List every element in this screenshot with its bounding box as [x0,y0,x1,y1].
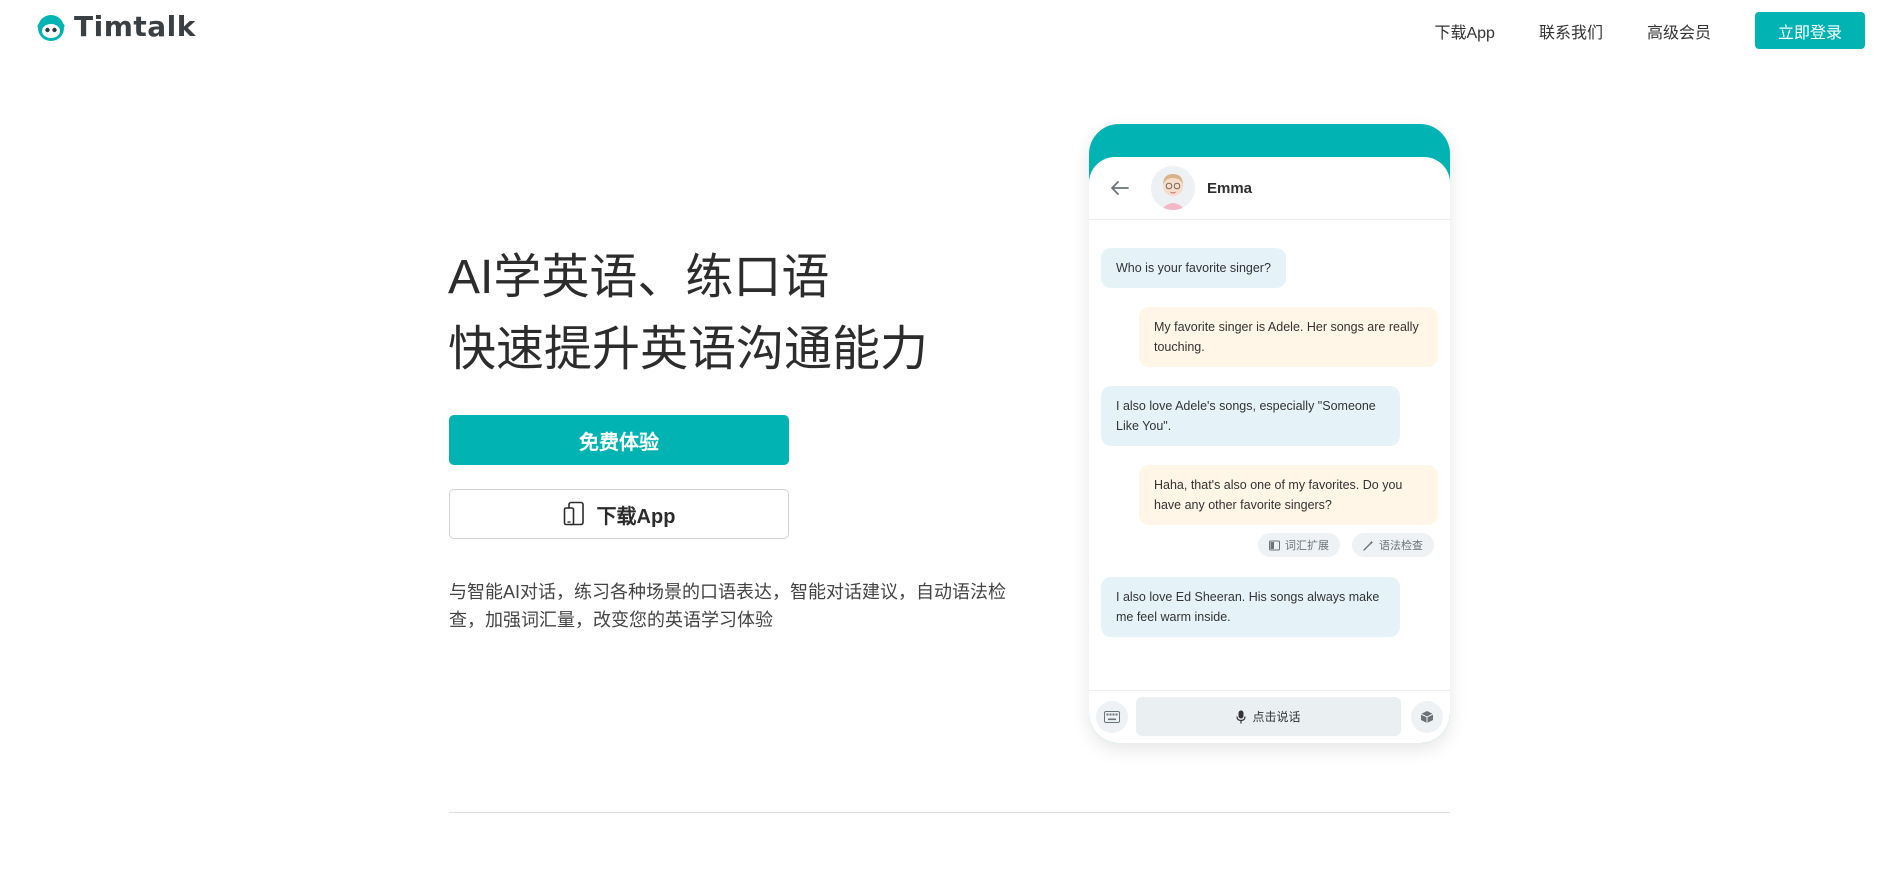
microphone-icon [1236,710,1247,723]
download-app-button[interactable]: 下载App [449,489,789,539]
grammar-check-chip[interactable]: 语法检查 [1352,533,1434,557]
login-button[interactable]: 立即登录 [1755,12,1865,49]
chat-header: Emma [1089,157,1450,220]
back-arrow-icon[interactable] [1111,181,1129,195]
nav-premium[interactable]: 高级会员 [1647,19,1711,43]
cube-icon [1420,711,1434,723]
tap-to-speak-label: 点击说话 [1252,710,1301,724]
vocabulary-expand-chip[interactable]: 词汇扩展 [1258,533,1340,557]
phone-mockup: Emma Who is your favorite singer? My fav… [1089,124,1450,743]
download-app-button-label: 下载App [596,505,676,528]
avatar [1151,166,1195,210]
logo-mascot-icon [37,14,65,41]
hero-description: 与智能AI对话，练习各种场景的口语表达，智能对话建议，自动语法检查，加强词汇量，… [449,582,1007,630]
chip-label: 词汇扩展 [1285,540,1329,552]
chat-message-ai: Who is your favorite singer? [1101,248,1286,288]
logo[interactable]: Timtalk [36,10,196,43]
keyboard-icon [1104,711,1120,723]
book-icon [1269,540,1280,550]
chat-message-ai: I also love Adele's songs, especially "S… [1101,386,1400,446]
keyboard-button[interactable] [1096,701,1128,733]
free-trial-button[interactable]: 免费体验 [449,415,789,465]
chat-message-user: Haha, that's also one of my favorites. D… [1139,465,1438,525]
section-divider [449,812,1450,813]
phone-tablet-icon [563,501,584,526]
top-nav: 下载App 联系我们 高级会员 立即登录 [1434,12,1865,49]
scene-button[interactable] [1411,701,1443,733]
logo-text: Timtalk [74,10,196,43]
emma-avatar-icon [1151,166,1195,210]
chip-label: 语法检查 [1379,540,1423,552]
nav-contact-us[interactable]: 联系我们 [1539,19,1603,43]
magic-wand-icon [1363,540,1374,551]
chat-message-user: My favorite singer is Adele. Her songs a… [1139,307,1438,367]
hero-title-line2: 快速提升英语沟通能力 [448,323,929,376]
hero-title: AI学英语、练口语 快速提升英语沟通能力 [448,242,928,386]
hero-title-line1: AI学英语、练口语 [448,251,830,304]
contact-name: Emma [1207,179,1253,197]
nav-download-app[interactable]: 下载App [1434,19,1494,43]
message-actions: 词汇扩展 语法检查 [1246,533,1434,557]
chat-screen: Emma Who is your favorite singer? My fav… [1089,157,1450,743]
tap-to-speak-button[interactable]: 点击说话 [1136,697,1401,736]
top-header: Timtalk 下载App 联系我们 高级会员 立即登录 [0,0,1879,62]
chat-message-ai: I also love Ed Sheeran. His songs always… [1101,577,1400,637]
chat-input-bar: 点击说话 [1089,690,1450,743]
